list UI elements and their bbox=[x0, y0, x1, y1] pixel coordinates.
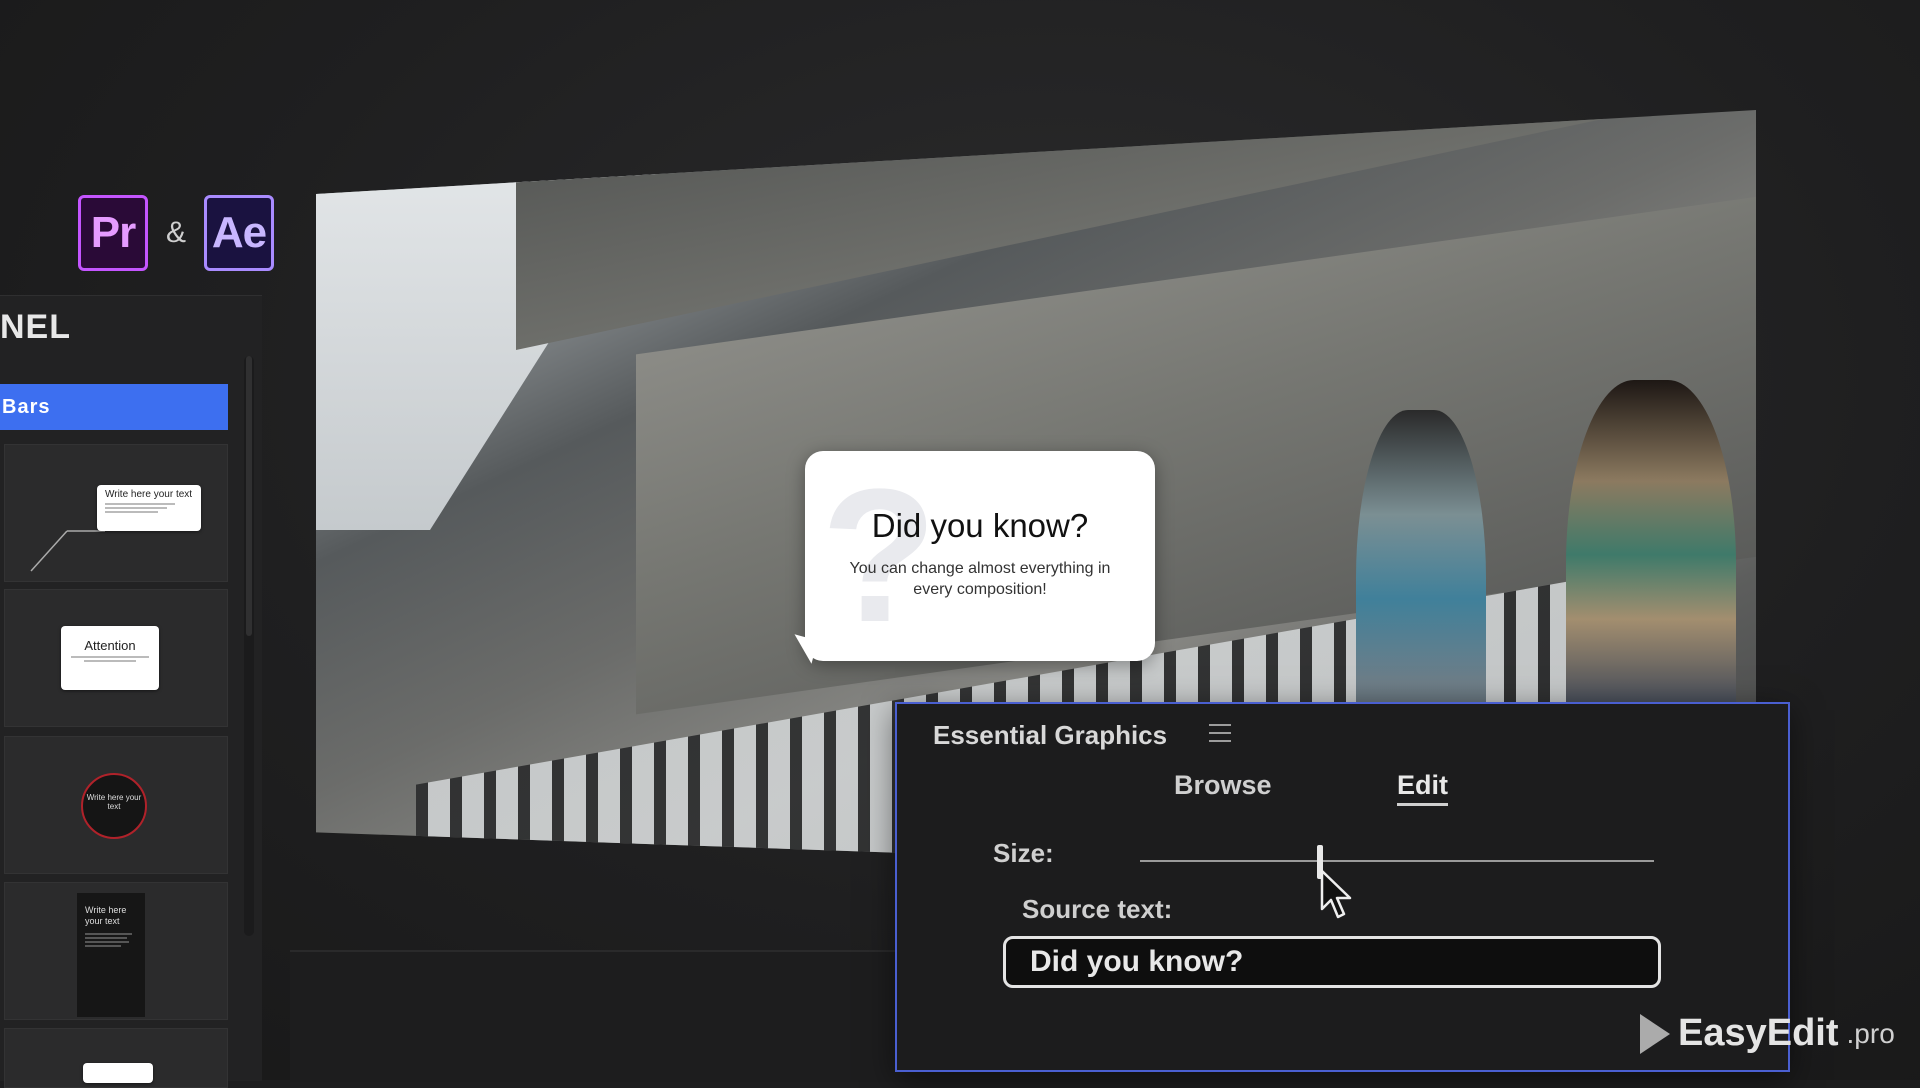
template-thumbnail-2[interactable]: Attention bbox=[4, 589, 228, 727]
source-text-input[interactable] bbox=[1003, 936, 1661, 988]
size-label: Size: bbox=[993, 838, 1054, 868]
tab-edit[interactable]: Edit bbox=[1397, 770, 1448, 806]
thumbnail-card: Attention bbox=[61, 626, 159, 690]
after-effects-logo: Ae bbox=[204, 195, 275, 271]
tall-card: Write here your text bbox=[77, 893, 145, 1017]
watermark-main: EasyEdit bbox=[1678, 1012, 1839, 1054]
ampersand: & bbox=[166, 216, 187, 249]
callout-title: Did you know? bbox=[871, 507, 1089, 544]
thumbnail-title: Write here your text bbox=[105, 489, 193, 500]
callout-body: You can change almost everything in ever… bbox=[849, 560, 1111, 598]
panel-title: Essential Graphics bbox=[933, 720, 1168, 750]
app-logos: Pr & Ae bbox=[78, 195, 275, 271]
thumbnail-title: Write here your text bbox=[86, 793, 142, 811]
play-logo-icon bbox=[1640, 1013, 1670, 1054]
tab-browse[interactable]: Browse bbox=[1174, 770, 1272, 801]
source-text-label: Source text: bbox=[1022, 894, 1173, 924]
circle-badge: Write here your text bbox=[81, 773, 147, 839]
thumbnail-card: Write here your text bbox=[97, 485, 201, 531]
thumbnail-text-lines bbox=[85, 933, 137, 947]
templates-panel: NEL Bars Write here your text Attention … bbox=[0, 295, 262, 1088]
did-you-know-callout: ? Did you know? You can change almost ev… bbox=[788, 450, 1155, 664]
mouse-cursor-icon bbox=[1320, 869, 1352, 919]
watermark-suffix: .pro bbox=[1846, 1017, 1895, 1049]
premiere-logo: Pr bbox=[78, 195, 148, 271]
thumbnail-text-lines bbox=[105, 503, 193, 513]
thumbnail-card bbox=[83, 1063, 153, 1083]
scrollbar-thumb[interactable] bbox=[246, 356, 252, 636]
easyedit-watermark: EasyEdit .pro bbox=[1640, 1012, 1895, 1055]
category-bars-selected[interactable]: Bars bbox=[0, 384, 228, 430]
timeline-area bbox=[290, 950, 910, 1082]
thumbnail-title: Attention bbox=[84, 638, 136, 653]
size-slider[interactable] bbox=[1140, 860, 1654, 862]
template-thumbnail-3[interactable]: Write here your text bbox=[4, 736, 228, 874]
template-thumbnail-1[interactable]: Write here your text bbox=[4, 444, 228, 582]
panel-menu-icon[interactable] bbox=[1209, 724, 1231, 742]
thumbnail-text-lines bbox=[67, 656, 153, 662]
template-thumbnail-5[interactable] bbox=[4, 1028, 228, 1088]
thumbnail-title: Write here your text bbox=[85, 905, 127, 926]
pointer-line-icon bbox=[30, 530, 105, 572]
template-thumbnail-4[interactable]: Write here your text bbox=[4, 882, 228, 1020]
panel-title: NEL bbox=[0, 308, 71, 346]
question-mark-icon: ? bbox=[821, 450, 938, 662]
